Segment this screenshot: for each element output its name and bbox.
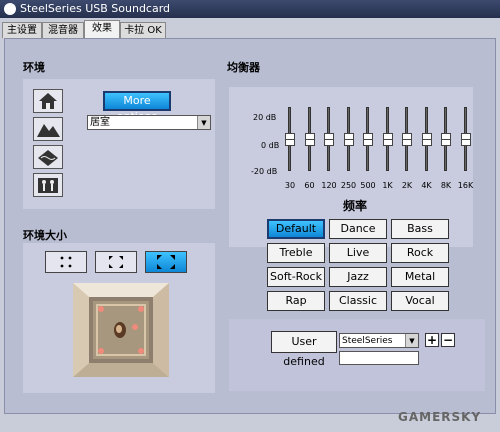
eq-knob-4K[interactable]: [421, 133, 432, 146]
tab-mixer[interactable]: 混音器: [42, 22, 84, 38]
people-icon: [38, 178, 58, 193]
eq-knob-30[interactable]: [285, 133, 295, 146]
waves-icon: [38, 150, 58, 166]
room-size-preview: [73, 283, 169, 377]
eq-band-label: 2K: [401, 181, 413, 190]
mountains-icon: [37, 124, 60, 137]
user-defined-button[interactable]: User defined: [271, 331, 337, 368]
env-mountains-button[interactable]: [33, 117, 63, 141]
frequency-axis-label: 频率: [343, 199, 368, 213]
size-medium-button[interactable]: [95, 251, 137, 273]
window-title: SteelSeries USB Soundcard: [20, 2, 171, 15]
preset-dance-button[interactable]: Dance: [329, 219, 387, 239]
effects-panel: 环境 More options 居室 ▼ 环境大小: [4, 38, 496, 414]
environment-heading: 环境: [23, 61, 45, 74]
preset-live-button[interactable]: Live: [329, 243, 387, 263]
db-label-top: 20 dB: [253, 113, 277, 122]
arrows-medium-icon: [109, 256, 123, 268]
preset-rock-button[interactable]: Rock: [391, 243, 449, 263]
eq-knob-60[interactable]: [304, 133, 315, 146]
tab-effects[interactable]: 效果: [84, 20, 120, 39]
more-options-button[interactable]: More options: [103, 91, 171, 123]
size-large-button[interactable]: [145, 251, 187, 273]
eq-band-label: 1K: [382, 181, 393, 190]
user-preset-select[interactable]: SteelSeries ▼: [339, 333, 419, 348]
tab-bar: 主设置 混音器 效果 卡拉 OK: [0, 20, 500, 39]
eq-knob-16K[interactable]: [460, 133, 471, 146]
eq-knob-1K[interactable]: [382, 133, 393, 146]
db-label-zero: 0 dB: [261, 141, 280, 150]
eq-knob-120[interactable]: [324, 133, 334, 146]
room-preview-icon: [73, 283, 169, 377]
environment-select-value: 居室: [90, 117, 110, 128]
eq-band-label: 8K: [440, 181, 452, 190]
preset-metal-button[interactable]: Metal: [391, 267, 449, 287]
equalizer-heading: 均衡器: [227, 61, 260, 74]
env-house-button[interactable]: [33, 89, 63, 113]
preset-classic-button[interactable]: Classic: [329, 291, 387, 311]
house-icon: [39, 93, 57, 109]
preset-treble-button[interactable]: Treble: [267, 243, 325, 263]
remove-preset-button[interactable]: −: [441, 333, 455, 347]
eq-band-label: 16K: [457, 181, 474, 190]
eq-band-label: 500: [360, 181, 376, 190]
environment-size-heading: 环境大小: [23, 229, 67, 242]
preset-bass-button[interactable]: Bass: [391, 219, 449, 239]
steelseries-logo-icon: [4, 3, 16, 15]
tab-karaoke[interactable]: 卡拉 OK: [120, 22, 166, 38]
environment-select[interactable]: 居室 ▼: [87, 115, 211, 130]
user-preset-select-value: SteelSeries: [342, 336, 393, 346]
chevron-down-icon[interactable]: ▼: [197, 116, 210, 129]
title-bar: SteelSeries USB Soundcard: [0, 0, 500, 18]
minus-icon: −: [442, 333, 454, 347]
plus-icon: +: [426, 333, 438, 347]
size-small-button[interactable]: [45, 251, 87, 273]
preset-default-button[interactable]: Default: [267, 219, 325, 239]
eq-knob-250[interactable]: [343, 133, 354, 146]
preset-vocal-button[interactable]: Vocal: [391, 291, 449, 311]
tab-main-settings[interactable]: 主设置: [2, 22, 42, 38]
arrows-small-icon: [60, 256, 72, 268]
watermark: GAMERSKY: [398, 410, 482, 424]
eq-knob-2K[interactable]: [402, 133, 412, 146]
eq-band-label: 4K: [421, 181, 432, 190]
eq-band-label: 120: [321, 181, 337, 190]
eq-band-label: 250: [340, 181, 357, 190]
eq-band-label: 30: [284, 181, 296, 190]
user-preset-name-input[interactable]: [339, 351, 419, 365]
env-waves-button[interactable]: [33, 145, 63, 169]
eq-knob-8K[interactable]: [441, 133, 451, 146]
add-preset-button[interactable]: +: [425, 333, 439, 347]
chevron-down-icon[interactable]: ▼: [405, 334, 418, 347]
env-people-button[interactable]: [33, 173, 63, 197]
preset-soft-rock-button[interactable]: Soft-Rock: [267, 267, 325, 287]
arrows-large-icon: [157, 255, 175, 269]
eq-band-label: 60: [304, 181, 315, 190]
preset-rap-button[interactable]: Rap: [267, 291, 325, 311]
preset-jazz-button[interactable]: Jazz: [329, 267, 387, 287]
eq-knob-500[interactable]: [363, 133, 373, 146]
db-label-bottom: -20 dB: [251, 167, 278, 176]
